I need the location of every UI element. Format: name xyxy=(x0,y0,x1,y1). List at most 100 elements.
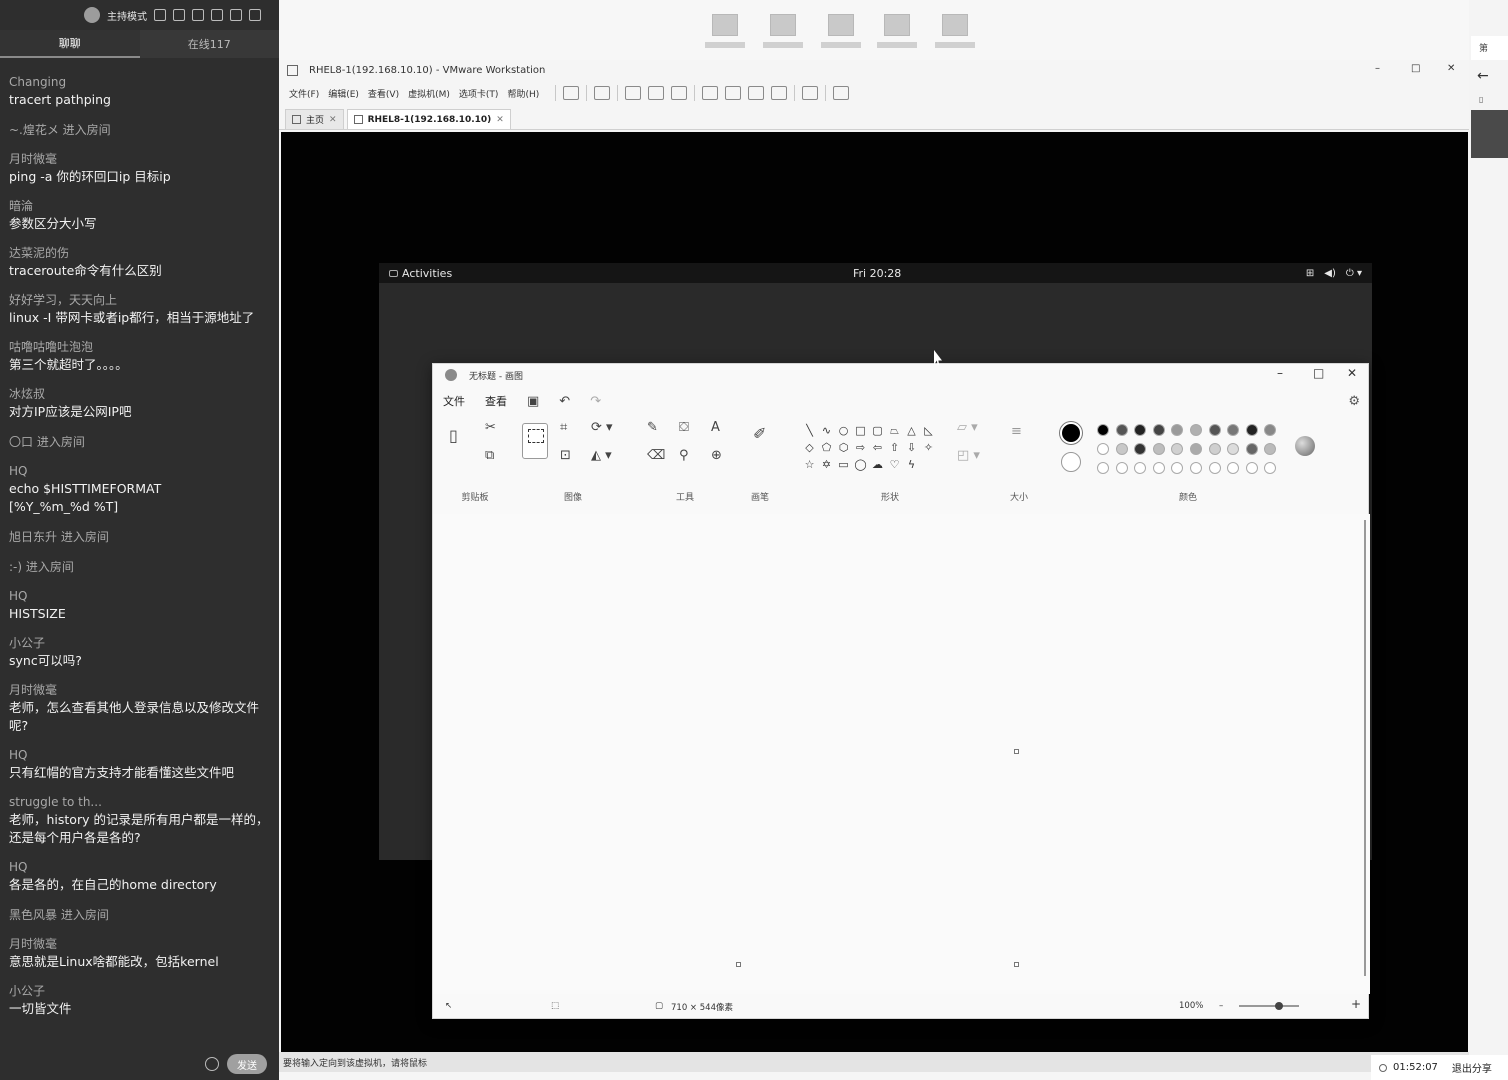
drawing-canvas[interactable] xyxy=(433,514,1370,994)
close-icon[interactable]: ✕ xyxy=(1447,63,1455,74)
desktop-shortcut-icon[interactable] xyxy=(705,14,745,56)
browser-tab[interactable]: 第 xyxy=(1471,36,1508,60)
unity-icon[interactable] xyxy=(771,86,788,100)
color-swatch[interactable] xyxy=(1245,424,1258,436)
color-swatch[interactable] xyxy=(1227,443,1240,455)
exit-share-button[interactable]: 退出分享 xyxy=(1452,1060,1492,1075)
close-icon[interactable] xyxy=(249,9,261,21)
system-tray[interactable]: ⊞ ◀) ⏻ ▾ xyxy=(1306,268,1362,279)
settings-icon[interactable] xyxy=(154,9,166,21)
color-swatch[interactable] xyxy=(1208,443,1221,455)
cut-icon[interactable]: ✂ xyxy=(485,420,496,435)
maximize-icon[interactable] xyxy=(230,9,242,21)
menu-file[interactable]: 文件 xyxy=(443,393,465,409)
undo-icon[interactable]: ↶ xyxy=(559,394,570,409)
vmware-menu-item[interactable]: 选项卡(T) xyxy=(459,87,508,100)
save-icon[interactable]: ▣ xyxy=(527,394,539,409)
clock[interactable]: Fri 20:28 xyxy=(853,267,901,280)
zoom-slider[interactable] xyxy=(1239,1005,1299,1007)
resize-handle[interactable] xyxy=(1014,749,1019,754)
eraser-icon[interactable]: ⌫ xyxy=(647,448,665,463)
tab-online[interactable]: 在线117 xyxy=(139,30,279,58)
close-tab-icon[interactable]: ✕ xyxy=(329,115,337,125)
close-icon[interactable]: ✕ xyxy=(1347,366,1357,380)
tab-home[interactable]: 主页 ✕ xyxy=(285,109,344,129)
magnifier-icon[interactable]: ⊕ xyxy=(711,448,722,463)
primary-color-swatch[interactable] xyxy=(1060,422,1082,444)
color-swatch[interactable] xyxy=(1245,462,1258,474)
tab-vm[interactable]: RHEL8-1(192.168.10.10) ✕ xyxy=(346,109,511,129)
color-swatch[interactable] xyxy=(1097,424,1109,436)
minimize-icon[interactable] xyxy=(211,9,223,21)
color-swatch[interactable] xyxy=(1097,443,1109,455)
color-picker-icon[interactable]: ⚲ xyxy=(679,448,689,463)
desktop-shortcut-icon[interactable] xyxy=(877,14,917,56)
desktop-shortcut-icon[interactable] xyxy=(763,14,803,56)
shapes-gallery[interactable]: ╲ ∿ ○ □ ▢ ⏢ △ ◺ ◇ ⬠ ⬡ ⇨ ⇦ ⇧ ⇩ ✧ ☆ ✡ ▭ ◯ ☁ ♡ ϟ xyxy=(801,424,937,475)
color-swatch[interactable] xyxy=(1208,424,1221,436)
stretch-icon[interactable] xyxy=(833,86,850,100)
color-swatch[interactable] xyxy=(1134,424,1147,436)
edit-colors-icon[interactable] xyxy=(1295,436,1315,456)
paste-icon[interactable]: ▯ xyxy=(449,426,458,445)
color-swatch[interactable] xyxy=(1189,462,1202,474)
color-swatch[interactable] xyxy=(1171,462,1184,474)
emoji-icon[interactable] xyxy=(205,1057,219,1071)
back-arrow-icon[interactable]: ← xyxy=(1477,68,1489,84)
rotate-icon[interactable]: ⟳ ▾ xyxy=(591,420,613,435)
secondary-color-swatch[interactable] xyxy=(1061,452,1081,472)
thumbnail-icon[interactable] xyxy=(725,86,742,100)
color-swatch[interactable] xyxy=(1264,424,1277,436)
resize-handle[interactable] xyxy=(736,962,741,967)
minimize-icon[interactable]: – xyxy=(1375,63,1380,74)
color-swatch[interactable] xyxy=(1171,443,1184,455)
zoom-in-icon[interactable]: + xyxy=(1351,997,1361,1011)
menu-view[interactable]: 查看 xyxy=(485,393,507,409)
manage-snapshots-icon[interactable] xyxy=(671,86,688,100)
zoom-out-icon[interactable]: – xyxy=(1219,1001,1223,1011)
fullscreen-icon[interactable] xyxy=(748,86,765,100)
color-swatch[interactable] xyxy=(1152,424,1165,436)
size-icon[interactable]: ≡ xyxy=(1011,424,1022,439)
color-swatch[interactable] xyxy=(1264,443,1277,455)
vmware-menu-item[interactable]: 查看(V) xyxy=(368,87,408,100)
bookmark-icon[interactable]: ▯ xyxy=(1479,95,1483,104)
color-swatch[interactable] xyxy=(1171,424,1184,436)
fill-icon[interactable]: ⛋ xyxy=(679,420,689,435)
vmware-menu-item[interactable]: 帮助(H) xyxy=(507,87,548,100)
flip-icon[interactable]: ◭ ▾ xyxy=(591,448,612,463)
vmware-menu-item[interactable]: 文件(F) xyxy=(289,87,328,100)
desktop-shortcut-icon[interactable] xyxy=(935,14,975,56)
send-ctrl-alt-del-icon[interactable] xyxy=(594,86,611,100)
fill-style-icon[interactable]: ◰ ▾ xyxy=(957,448,980,463)
send-button[interactable]: 发送 xyxy=(227,1054,267,1074)
color-swatch[interactable] xyxy=(1264,462,1277,474)
color-swatch[interactable] xyxy=(1189,443,1202,455)
select-tool[interactable] xyxy=(522,423,548,459)
vmware-menu-item[interactable]: 编辑(E) xyxy=(328,87,368,100)
color-swatch[interactable] xyxy=(1152,462,1165,474)
color-swatch[interactable] xyxy=(1152,443,1165,455)
vertical-scrollbar[interactable] xyxy=(1364,520,1366,976)
color-swatch[interactable] xyxy=(1115,462,1128,474)
color-swatch[interactable] xyxy=(1134,462,1147,474)
pause-icon[interactable] xyxy=(563,86,580,100)
console-icon[interactable] xyxy=(802,86,819,100)
copy-icon[interactable]: ⧉ xyxy=(485,448,494,463)
maximize-icon[interactable]: □ xyxy=(1411,63,1420,74)
desktop-shortcut-icon[interactable] xyxy=(821,14,861,56)
snapshot-icon[interactable] xyxy=(625,86,642,100)
redo-icon[interactable]: ↷ xyxy=(590,394,601,409)
close-tab-icon[interactable]: ✕ xyxy=(496,115,504,125)
activities-button[interactable]: Activities xyxy=(389,267,452,280)
zoom-slider-thumb[interactable] xyxy=(1275,1002,1283,1010)
maximize-icon[interactable]: □ xyxy=(1313,366,1324,380)
brush-icon[interactable]: ✐ xyxy=(753,424,766,443)
minimize-icon[interactable]: – xyxy=(1277,366,1283,380)
color-swatch[interactable] xyxy=(1134,443,1147,455)
color-swatch[interactable] xyxy=(1227,424,1240,436)
tab-chat[interactable]: 聊聊 xyxy=(0,30,140,58)
crop-icon[interactable]: ⌗ xyxy=(560,420,567,435)
text-icon[interactable]: A xyxy=(711,420,720,435)
color-swatch[interactable] xyxy=(1227,462,1240,474)
